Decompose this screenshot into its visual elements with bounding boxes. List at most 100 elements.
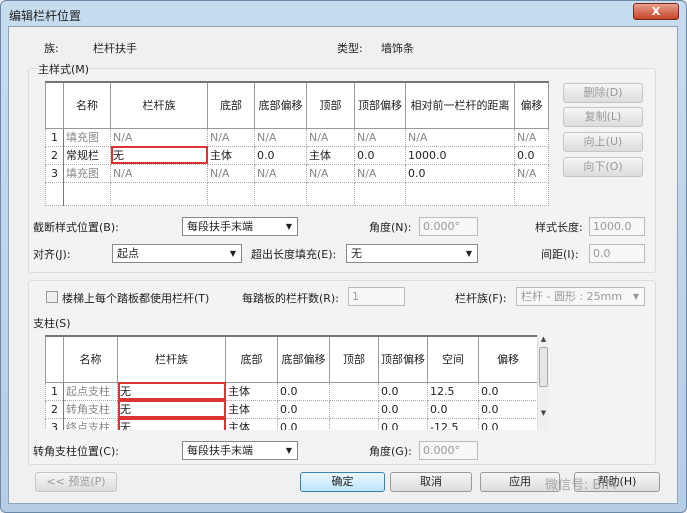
delete-button[interactable]: 删除(D) (563, 83, 643, 103)
col-header[interactable]: 偏移 (478, 335, 537, 383)
table-cell[interactable]: 无 (117, 399, 226, 419)
table-cell[interactable]: N/A (354, 127, 406, 147)
table-cell[interactable]: 主体 (225, 399, 278, 419)
break-position-select[interactable]: 每段扶手末端 ▼ (182, 217, 298, 236)
col-header[interactable]: 底部 (225, 335, 278, 383)
col-header[interactable]: 底部偏移 (277, 335, 330, 383)
baluster-family-select[interactable]: 栏杆 - 圆形 : 25mm ▼ (516, 287, 645, 306)
col-header[interactable]: 名称 (63, 335, 118, 383)
scroll-thumb[interactable] (539, 347, 548, 387)
table-cell[interactable]: 0.0 (478, 381, 537, 401)
empty-cell[interactable] (405, 181, 515, 206)
col-header[interactable]: 相对前一栏杆的距离 (405, 81, 515, 129)
posts-table[interactable]: 名称 栏杆族 底部 底部偏移 顶部 顶部偏移 空间 偏移 1 起点支柱无主体 0.0… (45, 335, 537, 430)
table-cell[interactable]: N/A (110, 127, 208, 147)
table-cell[interactable] (329, 381, 379, 401)
col-header[interactable]: 顶部 (329, 335, 379, 383)
move-up-button[interactable]: 向上(U) (563, 132, 643, 152)
table-cell[interactable]: 0.0 (427, 399, 479, 419)
table-cell[interactable]: 0.0 (514, 145, 549, 165)
table-row[interactable]: 2 转角支柱无主体 0.0 0.0 0.0 0.0 (45, 399, 537, 419)
table-cell[interactable]: 无 (117, 417, 226, 430)
preview-button[interactable]: << 预览(P) (35, 472, 117, 492)
posts-scrollbar[interactable]: ▲ ▼ (537, 335, 549, 430)
table-row[interactable]: 1 起点支柱无主体 0.0 0.0 12.5 0.0 (45, 381, 537, 401)
table-cell[interactable]: N/A (405, 127, 515, 147)
empty-row[interactable] (45, 181, 549, 206)
col-header[interactable]: 底部偏移 (254, 81, 307, 129)
angle-input[interactable]: 0.000° (419, 217, 478, 236)
table-cell[interactable]: 填充图 (63, 127, 111, 147)
every-tread-checkbox[interactable] (46, 291, 58, 303)
empty-cell[interactable] (110, 181, 208, 206)
table-cell[interactable]: 主体 (207, 145, 255, 165)
table-cell[interactable]: N/A (207, 127, 255, 147)
col-header[interactable]: 顶部偏移 (354, 81, 406, 129)
duplicate-button[interactable]: 复制(L) (563, 107, 643, 127)
table-cell[interactable]: N/A (514, 127, 549, 147)
table-cell[interactable]: 无 (110, 145, 208, 165)
table-cell[interactable]: 常规栏 (63, 145, 111, 165)
table-cell[interactable]: -12.5 (427, 417, 479, 430)
table-cell[interactable]: 终点支柱 (63, 417, 118, 430)
table-cell[interactable]: N/A (254, 163, 307, 183)
col-header[interactable]: 顶部偏移 (378, 335, 428, 383)
table-cell[interactable]: 0.0 (478, 417, 537, 430)
col-header[interactable]: 底部 (207, 81, 255, 129)
empty-cell[interactable] (354, 181, 406, 206)
table-cell[interactable]: 主体 (225, 381, 278, 401)
justify-select[interactable]: 起点 ▼ (112, 244, 242, 263)
table-cell[interactable]: N/A (254, 127, 307, 147)
col-header[interactable]: 名称 (63, 81, 111, 129)
empty-cell[interactable] (207, 181, 255, 206)
table-cell[interactable]: N/A (514, 163, 549, 183)
col-header[interactable]: 偏移 (514, 81, 549, 129)
cancel-button[interactable]: 取消 (390, 472, 472, 492)
table-row[interactable]: 2 常规栏无主体 0.0 主体 0.0 1000.0 0.0 (45, 145, 549, 165)
empty-cell[interactable] (514, 181, 549, 206)
table-cell[interactable]: 填充图 (63, 163, 111, 183)
empty-cell[interactable] (306, 181, 355, 206)
table-row[interactable]: 3 终点支柱无主体 0.0 0.0 -12.5 0.0 (45, 417, 537, 430)
table-cell[interactable]: 0.0 (277, 381, 330, 401)
post-angle-input[interactable]: 0.000° (419, 441, 478, 460)
table-cell[interactable]: 起点支柱 (63, 381, 118, 401)
ok-button[interactable]: 确定 (300, 472, 385, 492)
table-cell[interactable]: 转角支柱 (63, 399, 118, 419)
table-cell[interactable]: 0.0 (277, 399, 330, 419)
table-cell[interactable]: 1000.0 (405, 145, 515, 165)
empty-cell[interactable] (63, 181, 111, 206)
table-cell[interactable]: 0.0 (354, 145, 406, 165)
table-cell[interactable]: 主体 (225, 417, 278, 430)
excess-fill-select[interactable]: 无 ▼ (346, 244, 478, 263)
corner-post-select[interactable]: 每段扶手末端 ▼ (182, 441, 298, 460)
pattern-length-input[interactable]: 1000.0 (589, 217, 645, 236)
col-header[interactable]: 空间 (427, 335, 479, 383)
table-cell[interactable]: N/A (207, 163, 255, 183)
table-cell[interactable]: N/A (306, 127, 355, 147)
table-row[interactable]: 1 填充图 N/A N/A N/A N/A N/A N/A N/A (45, 127, 549, 147)
main-pattern-table[interactable]: 名称 栏杆族 底部 底部偏移 顶部 顶部偏移 相对前一栏杆的距离 偏移 1 填充图… (45, 81, 549, 206)
table-cell[interactable]: 0.0 (277, 417, 330, 430)
table-cell[interactable] (329, 417, 379, 430)
empty-cell[interactable] (254, 181, 307, 206)
table-row[interactable]: 3 填充图 N/A N/A N/A N/A N/A 0.0 N/A (45, 163, 549, 183)
table-cell[interactable]: 0.0 (478, 399, 537, 419)
table-cell[interactable]: 0.0 (378, 399, 428, 419)
table-cell[interactable]: 主体 (306, 145, 355, 165)
scroll-down-icon[interactable]: ▼ (538, 409, 549, 417)
scroll-up-icon[interactable]: ▲ (538, 335, 549, 343)
table-cell[interactable]: 0.0 (254, 145, 307, 165)
move-down-button[interactable]: 向下(O) (563, 157, 643, 177)
col-header[interactable]: 顶部 (306, 81, 355, 129)
col-header[interactable]: 栏杆族 (117, 335, 226, 383)
table-cell[interactable]: 0.0 (405, 163, 515, 183)
table-cell[interactable]: N/A (306, 163, 355, 183)
spacing-input[interactable]: 0.0 (589, 244, 645, 263)
col-header[interactable]: 栏杆族 (110, 81, 208, 129)
empty-cell[interactable] (45, 181, 64, 206)
table-cell[interactable]: 0.0 (378, 381, 428, 401)
per-tread-input[interactable]: 1 (348, 287, 405, 306)
table-cell[interactable]: 0.0 (378, 417, 428, 430)
table-cell[interactable]: N/A (110, 163, 208, 183)
